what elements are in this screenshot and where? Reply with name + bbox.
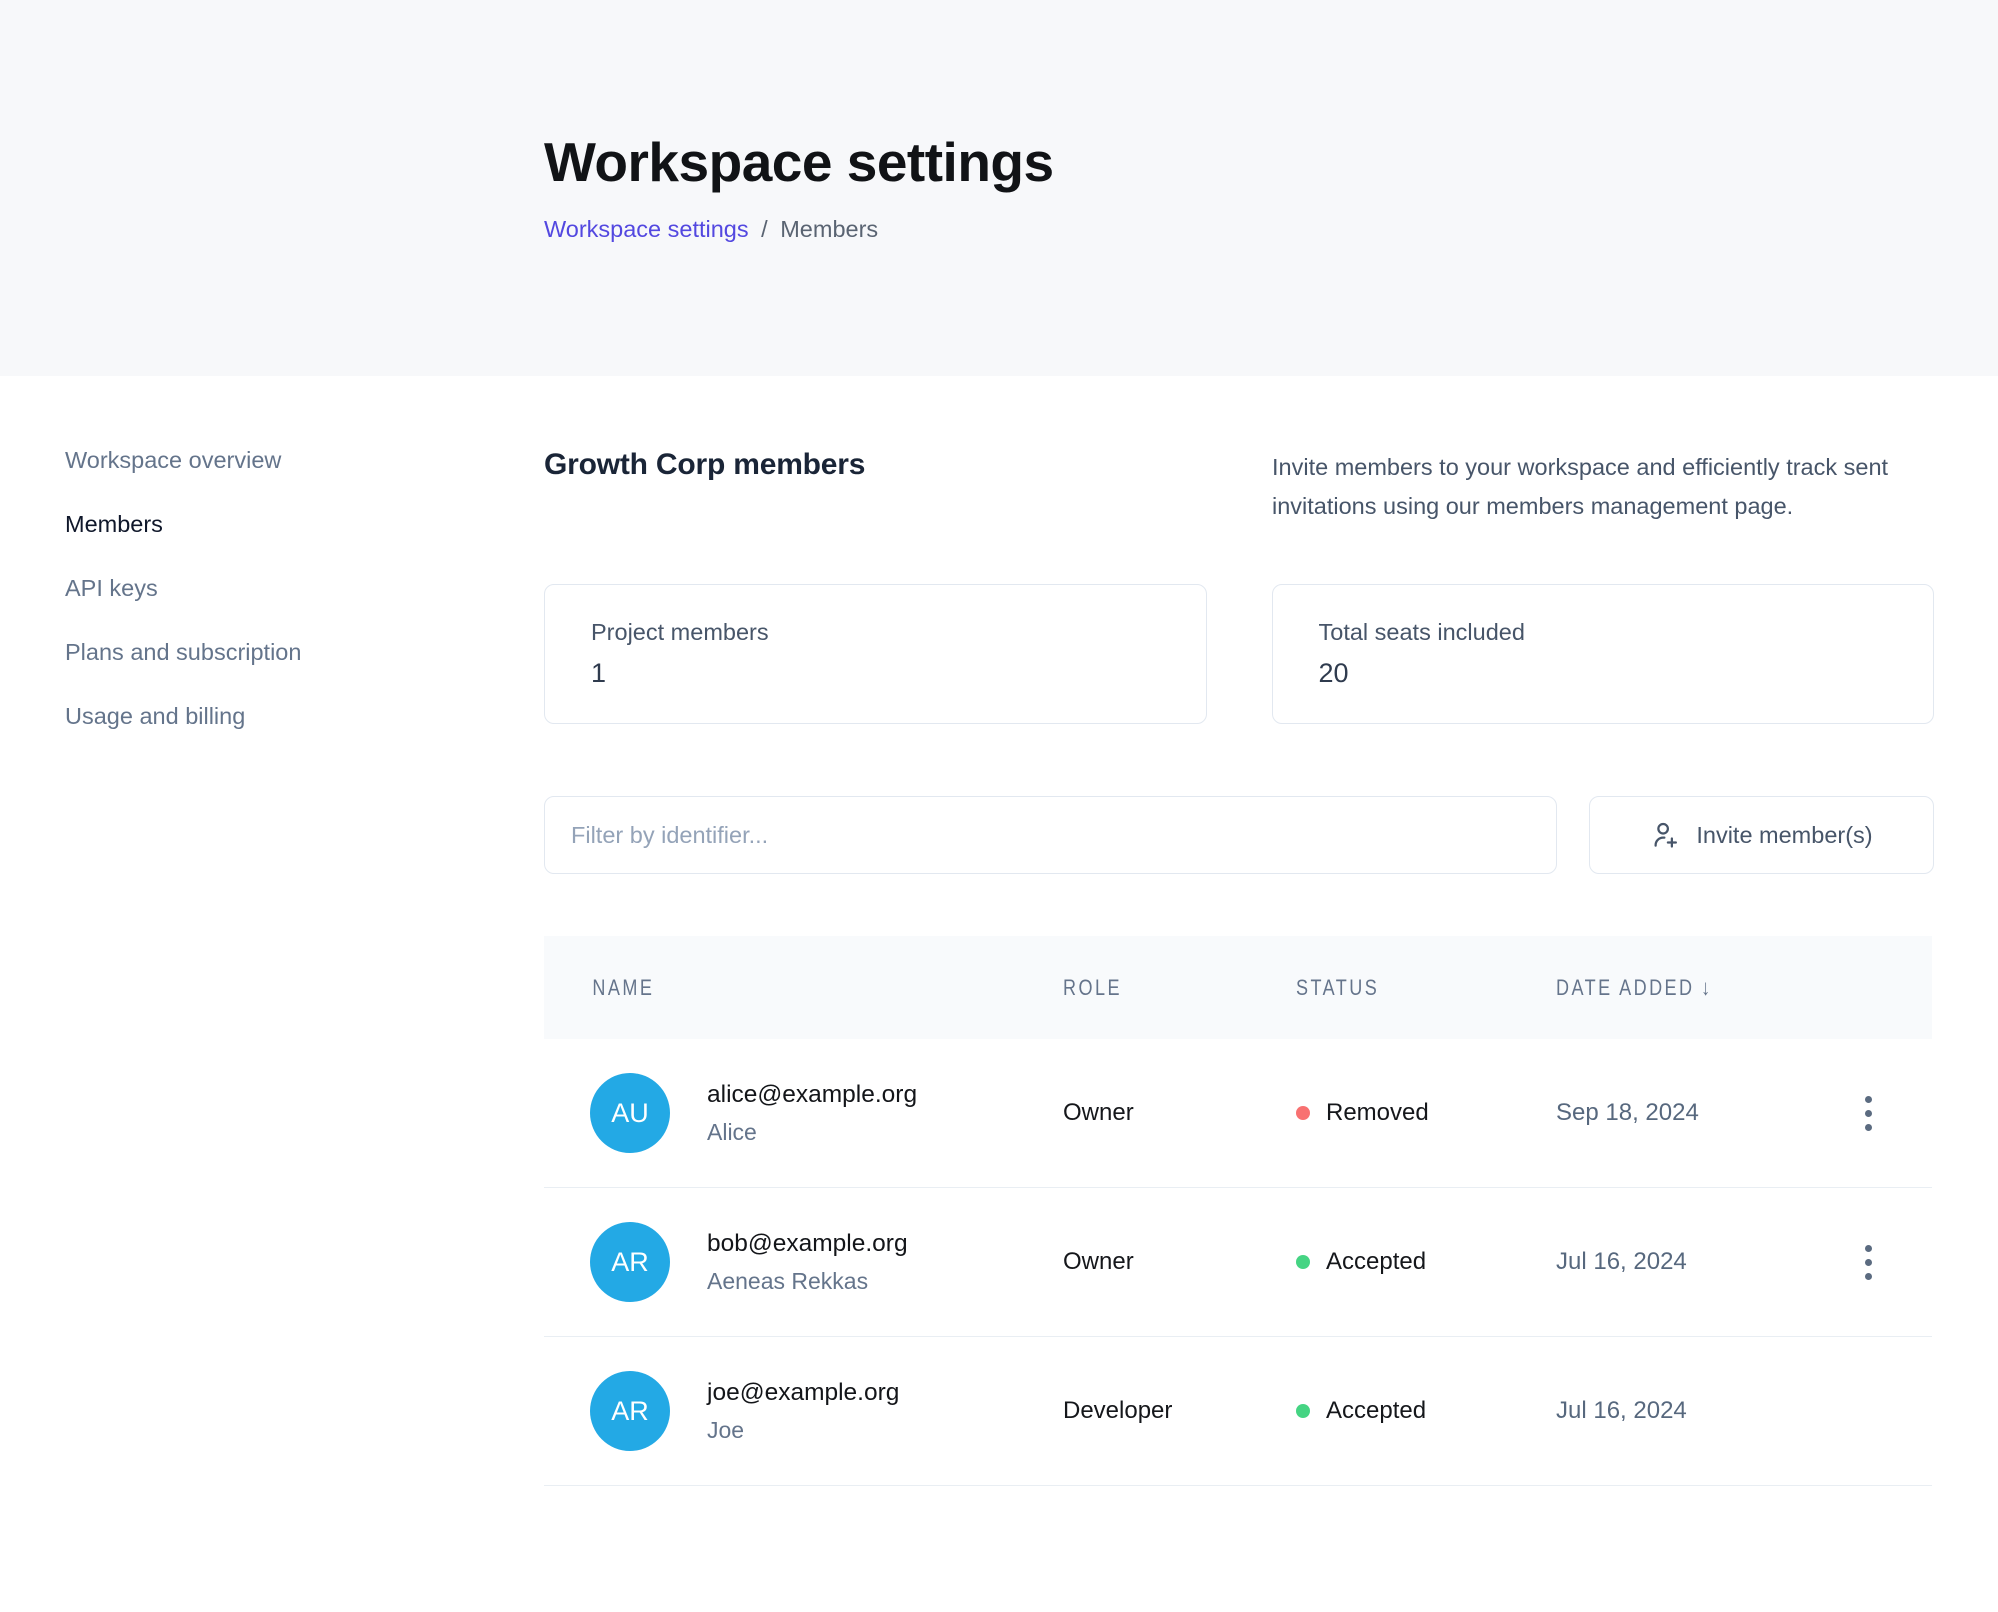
- member-email: joe@example.org: [707, 1379, 899, 1407]
- member-role: Developer: [1063, 1397, 1296, 1425]
- stat-value: 20: [1319, 658, 1888, 689]
- avatar: AR: [590, 1371, 670, 1451]
- stat-label: Total seats included: [1319, 619, 1888, 646]
- column-header-status[interactable]: STATUS: [1296, 975, 1509, 1001]
- column-header-date-added[interactable]: DATE ADDED↓: [1556, 975, 1779, 1001]
- avatar: AR: [590, 1222, 670, 1302]
- filter-input[interactable]: [544, 796, 1557, 874]
- member-role: Owner: [1063, 1248, 1296, 1276]
- member-name: Alice: [707, 1119, 917, 1146]
- status-dot: [1296, 1404, 1310, 1418]
- stat-value: 1: [591, 658, 1160, 689]
- member-status: Removed: [1326, 1099, 1429, 1127]
- table-row: AU alice@example.org Alice Owner Removed…: [544, 1039, 1932, 1188]
- member-status-cell: Accepted: [1296, 1397, 1556, 1425]
- member-status-cell: Accepted: [1296, 1248, 1556, 1276]
- member-name-cell: AR bob@example.org Aeneas Rekkas: [544, 1222, 1063, 1302]
- stat-label: Project members: [591, 619, 1160, 646]
- members-heading: Growth Corp members: [544, 448, 865, 526]
- table-header-row: NAME ROLE STATUS DATE ADDED↓: [544, 936, 1932, 1039]
- table-row: AR bob@example.org Aeneas Rekkas Owner A…: [544, 1188, 1932, 1337]
- table-row: AR joe@example.org Joe Developer Accepte…: [544, 1337, 1932, 1486]
- member-date-added: Jul 16, 2024: [1556, 1397, 1828, 1425]
- member-date-added: Sep 18, 2024: [1556, 1099, 1828, 1127]
- column-header-role[interactable]: ROLE: [1063, 975, 1254, 1001]
- sidebar-item-members[interactable]: Members: [65, 510, 544, 538]
- status-dot: [1296, 1255, 1310, 1269]
- member-status-cell: Removed: [1296, 1099, 1556, 1127]
- row-menu-button[interactable]: [1857, 1088, 1880, 1139]
- member-date-added: Jul 16, 2024: [1556, 1248, 1828, 1276]
- member-name: Aeneas Rekkas: [707, 1268, 908, 1295]
- page-header: Workspace settings Workspace settings / …: [0, 0, 1998, 376]
- settings-sidebar: Workspace overview Members API keys Plans a…: [0, 376, 544, 1486]
- sidebar-item-api-keys[interactable]: API keys: [65, 574, 544, 602]
- member-email: alice@example.org: [707, 1081, 917, 1109]
- member-initials: AR: [611, 1247, 649, 1278]
- avatar: AU: [590, 1073, 670, 1153]
- invite-button-label: Invite member(s): [1696, 822, 1872, 849]
- breadcrumb-link-workspace-settings[interactable]: Workspace settings: [544, 216, 749, 242]
- breadcrumb-separator: /: [761, 216, 768, 242]
- content-area: Workspace overview Members API keys Plans a…: [0, 376, 1998, 1486]
- member-name-cell: AU alice@example.org Alice: [544, 1073, 1063, 1153]
- invite-members-button[interactable]: Invite member(s): [1589, 796, 1934, 874]
- members-toolbar: Invite member(s): [544, 796, 1934, 874]
- person-plus-icon: [1650, 820, 1680, 850]
- member-name-cell: AR joe@example.org Joe: [544, 1371, 1063, 1451]
- members-main: Growth Corp members Invite members to yo…: [544, 376, 1934, 1486]
- page-title: Workspace settings: [544, 130, 1998, 194]
- sidebar-item-workspace-overview[interactable]: Workspace overview: [65, 446, 544, 474]
- sidebar-item-plans-and-subscription[interactable]: Plans and subscription: [65, 638, 544, 666]
- members-table: NAME ROLE STATUS DATE ADDED↓ AU alice@ex…: [544, 936, 1932, 1486]
- member-status: Accepted: [1326, 1248, 1426, 1276]
- member-name: Joe: [707, 1417, 899, 1444]
- column-header-name[interactable]: NAME: [544, 975, 970, 1001]
- sidebar-item-usage-and-billing[interactable]: Usage and billing: [65, 702, 544, 730]
- breadcrumb-current: Members: [780, 216, 878, 242]
- status-dot: [1296, 1106, 1310, 1120]
- stat-card-project-members: Project members 1: [544, 584, 1207, 724]
- table-body: AU alice@example.org Alice Owner Removed…: [544, 1039, 1932, 1486]
- stat-card-total-seats: Total seats included 20: [1272, 584, 1935, 724]
- member-role: Owner: [1063, 1099, 1296, 1127]
- member-email: bob@example.org: [707, 1230, 908, 1258]
- members-description: Invite members to your workspace and eff…: [1272, 448, 1934, 526]
- members-intro: Growth Corp members Invite members to yo…: [544, 448, 1934, 526]
- breadcrumb: Workspace settings / Members: [544, 216, 1998, 243]
- row-menu-button[interactable]: [1857, 1237, 1880, 1288]
- member-status: Accepted: [1326, 1397, 1426, 1425]
- member-initials: AU: [611, 1098, 649, 1129]
- stat-cards: Project members 1 Total seats included 2…: [544, 584, 1934, 724]
- member-initials: AR: [611, 1396, 649, 1427]
- sort-descending-icon: ↓: [1701, 975, 1710, 1000]
- workspace-settings-page: Workspace settings Workspace settings / …: [0, 0, 1998, 1486]
